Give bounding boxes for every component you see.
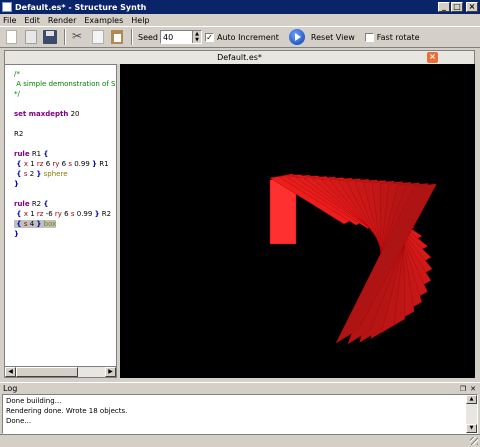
cut-button[interactable] (71, 29, 87, 45)
fast-rotate-label: Fast rotate (376, 32, 420, 42)
seed-spinbox[interactable]: 40 ▲ ▼ (160, 30, 202, 44)
new-file-icon (6, 30, 17, 44)
window-title: Default.es* - Structure Synth (15, 2, 147, 12)
menu-bar: File Edit Render Examples Help (0, 14, 480, 26)
code-line[interactable]: rule R2 { (14, 199, 116, 209)
code-text[interactable]: /* A simple demonstration of Str */ set ma… (14, 69, 116, 239)
maximize-button[interactable]: □ (451, 2, 463, 12)
rendered-structure[interactable] (120, 64, 475, 378)
tab-label: Default.es* (217, 53, 262, 62)
code-line[interactable]: } (14, 229, 116, 239)
document-tab[interactable]: Default.es* × (4, 50, 475, 64)
menu-render[interactable]: Render (48, 16, 76, 25)
toolbar: Seed 40 ▲▼ ✓ Auto Increment Reset View F… (0, 26, 480, 48)
scroll-down-icon[interactable]: ▼ (466, 424, 477, 433)
title-bar: Default.es* - Structure Synth _ □ × (0, 0, 480, 14)
log-line: Done building... (6, 397, 62, 405)
code-line[interactable]: R2 (14, 129, 116, 139)
log-line: Done... (6, 417, 32, 425)
scroll-left-icon[interactable]: ◀ (5, 367, 16, 377)
resize-grip-icon[interactable] (470, 437, 478, 445)
log-title: Log (3, 384, 18, 393)
close-button[interactable]: × (466, 2, 478, 12)
tab-close-icon[interactable]: × (427, 52, 438, 63)
reset-view-button[interactable]: Reset View (311, 33, 355, 42)
copy-icon (92, 30, 104, 44)
auto-increment-checkbox[interactable]: ✓ (205, 32, 214, 42)
render-viewport[interactable] (120, 64, 475, 378)
code-line[interactable]: A simple demonstration of Str (14, 79, 116, 89)
paste-button[interactable] (109, 29, 125, 45)
code-line[interactable]: rule R1 { (14, 149, 116, 159)
open-file-icon (25, 30, 37, 44)
save-file-button[interactable] (42, 29, 58, 45)
menu-file[interactable]: File (3, 16, 16, 25)
code-line[interactable] (14, 119, 116, 129)
scroll-right-icon[interactable]: ▶ (105, 367, 116, 377)
log-line: Rendering done. Wrote 18 objects. (6, 407, 128, 415)
save-icon (43, 30, 57, 44)
code-line[interactable]: } (14, 179, 116, 189)
log-vertical-scrollbar[interactable]: ▲ ▼ (466, 395, 477, 433)
code-line[interactable]: { s 4 } box (14, 219, 116, 229)
seed-label: Seed (138, 32, 158, 42)
menu-examples[interactable]: Examples (84, 16, 123, 25)
editor-horizontal-scrollbar[interactable]: ◀ ▶ (5, 366, 116, 377)
scroll-track[interactable] (16, 367, 105, 377)
scroll-up-icon[interactable]: ▲ (466, 395, 477, 404)
toolbar-separator (131, 29, 133, 45)
code-line[interactable]: { x 1 rz 6 ry 6 s 0.99 } R1 (14, 159, 116, 169)
float-panel-icon[interactable]: ❐ (460, 385, 466, 393)
seed-value[interactable]: 40 (161, 33, 192, 42)
scroll-thumb[interactable] (16, 367, 78, 377)
menu-edit[interactable]: Edit (24, 16, 40, 25)
app-icon (2, 2, 12, 12)
close-panel-icon[interactable]: ✕ (470, 385, 476, 393)
spin-arrows-icon[interactable]: ▲ ▼ (192, 31, 201, 43)
paste-icon (111, 30, 123, 44)
code-line[interactable] (14, 189, 116, 199)
code-line[interactable]: { x 1 rz -6 ry 6 s 0.99 } R2 (14, 209, 116, 219)
render-play-button[interactable] (288, 29, 305, 45)
code-line[interactable] (14, 139, 116, 149)
auto-increment-label: Auto Increment (217, 32, 279, 42)
code-line[interactable]: set maxdepth 20 (14, 109, 116, 119)
open-file-button[interactable] (23, 29, 39, 45)
code-editor[interactable]: /* A simple demonstration of Str */ set ma… (4, 64, 117, 378)
minimize-button[interactable]: _ (438, 2, 450, 12)
code-line[interactable]: */ (14, 89, 116, 99)
menu-help[interactable]: Help (131, 16, 149, 25)
fast-rotate-checkbox[interactable] (364, 32, 374, 42)
code-line[interactable]: /* (14, 69, 116, 79)
code-line[interactable]: { s 2 } sphere (14, 169, 116, 179)
code-line[interactable] (14, 99, 116, 109)
toolbar-separator (64, 29, 66, 45)
copy-button[interactable] (90, 29, 106, 45)
log-output[interactable]: Done building... Rendering done. Wrote 1… (2, 394, 478, 434)
log-panel-header: Log ❐ ✕ (0, 382, 480, 394)
status-bar (0, 434, 480, 447)
new-file-button[interactable] (4, 29, 20, 45)
